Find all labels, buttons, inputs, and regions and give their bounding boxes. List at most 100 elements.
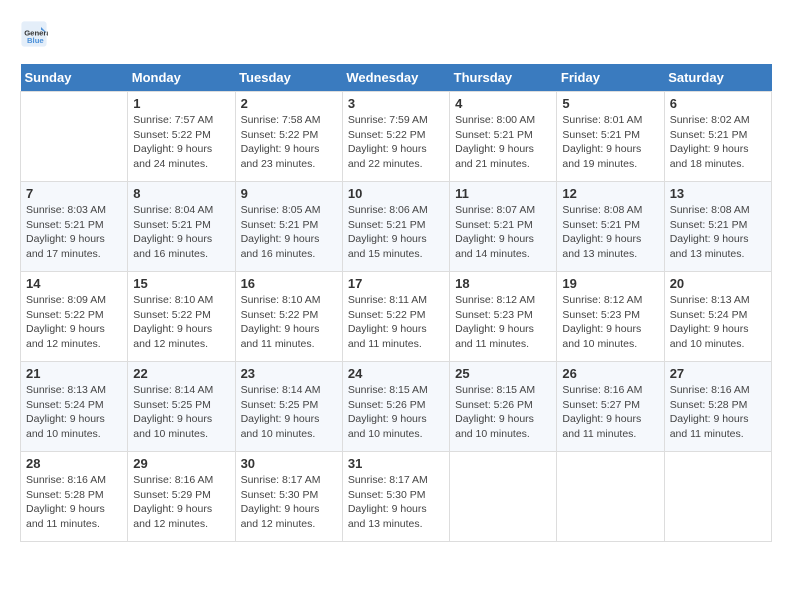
day-info: Sunrise: 8:04 AM Sunset: 5:21 PM Dayligh…	[133, 203, 229, 262]
day-number: 8	[133, 186, 229, 201]
calendar-cell: 18 Sunrise: 8:12 AM Sunset: 5:23 PM Dayli…	[450, 272, 557, 362]
day-number: 28	[26, 456, 122, 471]
day-info: Sunrise: 7:58 AM Sunset: 5:22 PM Dayligh…	[241, 113, 337, 172]
calendar-cell: 11 Sunrise: 8:07 AM Sunset: 5:21 PM Dayli…	[450, 182, 557, 272]
calendar-cell: 2 Sunrise: 7:58 AM Sunset: 5:22 PM Daylig…	[235, 92, 342, 182]
weekday-header: Thursday	[450, 64, 557, 92]
calendar-cell: 6 Sunrise: 8:02 AM Sunset: 5:21 PM Daylig…	[664, 92, 771, 182]
day-info: Sunrise: 8:00 AM Sunset: 5:21 PM Dayligh…	[455, 113, 551, 172]
calendar-cell: 30 Sunrise: 8:17 AM Sunset: 5:30 PM Dayli…	[235, 452, 342, 542]
calendar-cell: 25 Sunrise: 8:15 AM Sunset: 5:26 PM Dayli…	[450, 362, 557, 452]
day-info: Sunrise: 8:16 AM Sunset: 5:28 PM Dayligh…	[26, 473, 122, 532]
day-info: Sunrise: 8:08 AM Sunset: 5:21 PM Dayligh…	[670, 203, 766, 262]
day-info: Sunrise: 8:03 AM Sunset: 5:21 PM Dayligh…	[26, 203, 122, 262]
calendar-cell: 20 Sunrise: 8:13 AM Sunset: 5:24 PM Dayli…	[664, 272, 771, 362]
day-number: 17	[348, 276, 444, 291]
calendar-week-row: 7Sunrise: 8:03 AM Sunset: 5:21 PM Daylig…	[21, 182, 772, 272]
calendar-cell: 15Sunrise: 8:10 AM Sunset: 5:22 PM Dayli…	[128, 272, 235, 362]
day-info: Sunrise: 8:17 AM Sunset: 5:30 PM Dayligh…	[348, 473, 444, 532]
day-number: 6	[670, 96, 766, 111]
day-info: Sunrise: 8:15 AM Sunset: 5:26 PM Dayligh…	[455, 383, 551, 442]
calendar-cell: 16Sunrise: 8:10 AM Sunset: 5:22 PM Dayli…	[235, 272, 342, 362]
weekday-row: SundayMondayTuesdayWednesdayThursdayFrid…	[21, 64, 772, 92]
calendar-cell: 13 Sunrise: 8:08 AM Sunset: 5:21 PM Dayli…	[664, 182, 771, 272]
calendar-cell: 28 Sunrise: 8:16 AM Sunset: 5:28 PM Dayli…	[21, 452, 128, 542]
day-number: 15	[133, 276, 229, 291]
day-info: Sunrise: 8:07 AM Sunset: 5:21 PM Dayligh…	[455, 203, 551, 262]
calendar-cell: 7Sunrise: 8:03 AM Sunset: 5:21 PM Daylig…	[21, 182, 128, 272]
day-info: Sunrise: 7:59 AM Sunset: 5:22 PM Dayligh…	[348, 113, 444, 172]
day-info: Sunrise: 8:16 AM Sunset: 5:28 PM Dayligh…	[670, 383, 766, 442]
day-info: Sunrise: 8:09 AM Sunset: 5:22 PM Dayligh…	[26, 293, 122, 352]
calendar-cell	[450, 452, 557, 542]
calendar-cell	[664, 452, 771, 542]
calendar-cell: 26 Sunrise: 8:16 AM Sunset: 5:27 PM Dayli…	[557, 362, 664, 452]
calendar-cell: 29 Sunrise: 8:16 AM Sunset: 5:29 PM Dayli…	[128, 452, 235, 542]
calendar-cell: 1Sunrise: 7:57 AM Sunset: 5:22 PM Daylig…	[128, 92, 235, 182]
calendar-body: 1Sunrise: 7:57 AM Sunset: 5:22 PM Daylig…	[21, 92, 772, 542]
logo-icon: General Blue	[20, 20, 48, 48]
day-info: Sunrise: 8:01 AM Sunset: 5:21 PM Dayligh…	[562, 113, 658, 172]
weekday-header: Friday	[557, 64, 664, 92]
day-number: 12	[562, 186, 658, 201]
calendar-cell: 23 Sunrise: 8:14 AM Sunset: 5:25 PM Dayli…	[235, 362, 342, 452]
day-info: Sunrise: 7:57 AM Sunset: 5:22 PM Dayligh…	[133, 113, 229, 172]
day-info: Sunrise: 8:15 AM Sunset: 5:26 PM Dayligh…	[348, 383, 444, 442]
day-number: 5	[562, 96, 658, 111]
calendar-cell: 22 Sunrise: 8:14 AM Sunset: 5:25 PM Dayli…	[128, 362, 235, 452]
calendar-week-row: 14 Sunrise: 8:09 AM Sunset: 5:22 PM Dayli…	[21, 272, 772, 362]
header: General Blue	[20, 20, 772, 48]
day-number: 22	[133, 366, 229, 381]
calendar-cell: 12Sunrise: 8:08 AM Sunset: 5:21 PM Dayli…	[557, 182, 664, 272]
day-info: Sunrise: 8:11 AM Sunset: 5:22 PM Dayligh…	[348, 293, 444, 352]
calendar-cell: 10Sunrise: 8:06 AM Sunset: 5:21 PM Dayli…	[342, 182, 449, 272]
day-info: Sunrise: 8:14 AM Sunset: 5:25 PM Dayligh…	[241, 383, 337, 442]
day-number: 13	[670, 186, 766, 201]
day-number: 21	[26, 366, 122, 381]
day-info: Sunrise: 8:14 AM Sunset: 5:25 PM Dayligh…	[133, 383, 229, 442]
day-info: Sunrise: 8:16 AM Sunset: 5:29 PM Dayligh…	[133, 473, 229, 532]
calendar-cell: 4 Sunrise: 8:00 AM Sunset: 5:21 PM Daylig…	[450, 92, 557, 182]
day-info: Sunrise: 8:10 AM Sunset: 5:22 PM Dayligh…	[241, 293, 337, 352]
calendar-header: SundayMondayTuesdayWednesdayThursdayFrid…	[21, 64, 772, 92]
day-info: Sunrise: 8:12 AM Sunset: 5:23 PM Dayligh…	[455, 293, 551, 352]
day-info: Sunrise: 8:17 AM Sunset: 5:30 PM Dayligh…	[241, 473, 337, 532]
calendar-cell: 31 Sunrise: 8:17 AM Sunset: 5:30 PM Dayli…	[342, 452, 449, 542]
day-number: 27	[670, 366, 766, 381]
weekday-header: Monday	[128, 64, 235, 92]
calendar-cell: 21Sunrise: 8:13 AM Sunset: 5:24 PM Dayli…	[21, 362, 128, 452]
calendar-cell: 8 Sunrise: 8:04 AM Sunset: 5:21 PM Daylig…	[128, 182, 235, 272]
calendar-cell: 14 Sunrise: 8:09 AM Sunset: 5:22 PM Dayli…	[21, 272, 128, 362]
logo: General Blue	[20, 20, 52, 48]
calendar-cell: 24Sunrise: 8:15 AM Sunset: 5:26 PM Dayli…	[342, 362, 449, 452]
day-number: 30	[241, 456, 337, 471]
day-number: 23	[241, 366, 337, 381]
calendar-cell: 17 Sunrise: 8:11 AM Sunset: 5:22 PM Dayli…	[342, 272, 449, 362]
calendar-cell: 3 Sunrise: 7:59 AM Sunset: 5:22 PM Daylig…	[342, 92, 449, 182]
day-number: 25	[455, 366, 551, 381]
calendar-cell: 19Sunrise: 8:12 AM Sunset: 5:23 PM Dayli…	[557, 272, 664, 362]
day-number: 18	[455, 276, 551, 291]
day-number: 29	[133, 456, 229, 471]
weekday-header: Sunday	[21, 64, 128, 92]
day-info: Sunrise: 8:05 AM Sunset: 5:21 PM Dayligh…	[241, 203, 337, 262]
day-number: 14	[26, 276, 122, 291]
day-number: 31	[348, 456, 444, 471]
day-number: 26	[562, 366, 658, 381]
day-number: 19	[562, 276, 658, 291]
day-number: 11	[455, 186, 551, 201]
day-number: 10	[348, 186, 444, 201]
day-info: Sunrise: 8:02 AM Sunset: 5:21 PM Dayligh…	[670, 113, 766, 172]
day-number: 3	[348, 96, 444, 111]
weekday-header: Wednesday	[342, 64, 449, 92]
day-number: 4	[455, 96, 551, 111]
day-number: 9	[241, 186, 337, 201]
day-number: 2	[241, 96, 337, 111]
day-info: Sunrise: 8:16 AM Sunset: 5:27 PM Dayligh…	[562, 383, 658, 442]
calendar-week-row: 21Sunrise: 8:13 AM Sunset: 5:24 PM Dayli…	[21, 362, 772, 452]
weekday-header: Tuesday	[235, 64, 342, 92]
calendar-cell: 9 Sunrise: 8:05 AM Sunset: 5:21 PM Daylig…	[235, 182, 342, 272]
day-number: 20	[670, 276, 766, 291]
day-info: Sunrise: 8:13 AM Sunset: 5:24 PM Dayligh…	[670, 293, 766, 352]
calendar-week-row: 28 Sunrise: 8:16 AM Sunset: 5:28 PM Dayli…	[21, 452, 772, 542]
